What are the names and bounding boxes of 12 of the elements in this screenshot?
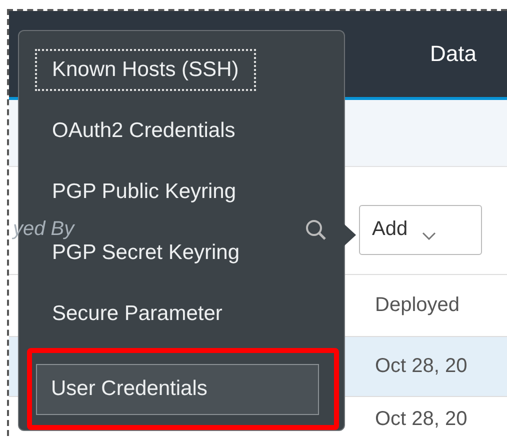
- menu-item[interactable]: Known Hosts (SSH): [37, 50, 254, 89]
- menu-item[interactable]: User Credentials: [36, 364, 319, 415]
- menu-item[interactable]: OAuth2 Credentials: [37, 112, 250, 150]
- table-cell: Oct 28, 20: [375, 355, 468, 378]
- menu-item[interactable]: Secure Parameter: [37, 294, 238, 333]
- search-icon: [305, 218, 327, 240]
- caret-icon: [422, 232, 436, 240]
- table-cell: Oct 28, 20: [375, 408, 468, 430]
- column-header: Deployed: [375, 294, 460, 317]
- add-button[interactable]: Add: [359, 204, 482, 254]
- page-title: Data: [430, 41, 476, 67]
- menu-item[interactable]: PGP Public Keyring: [37, 172, 252, 211]
